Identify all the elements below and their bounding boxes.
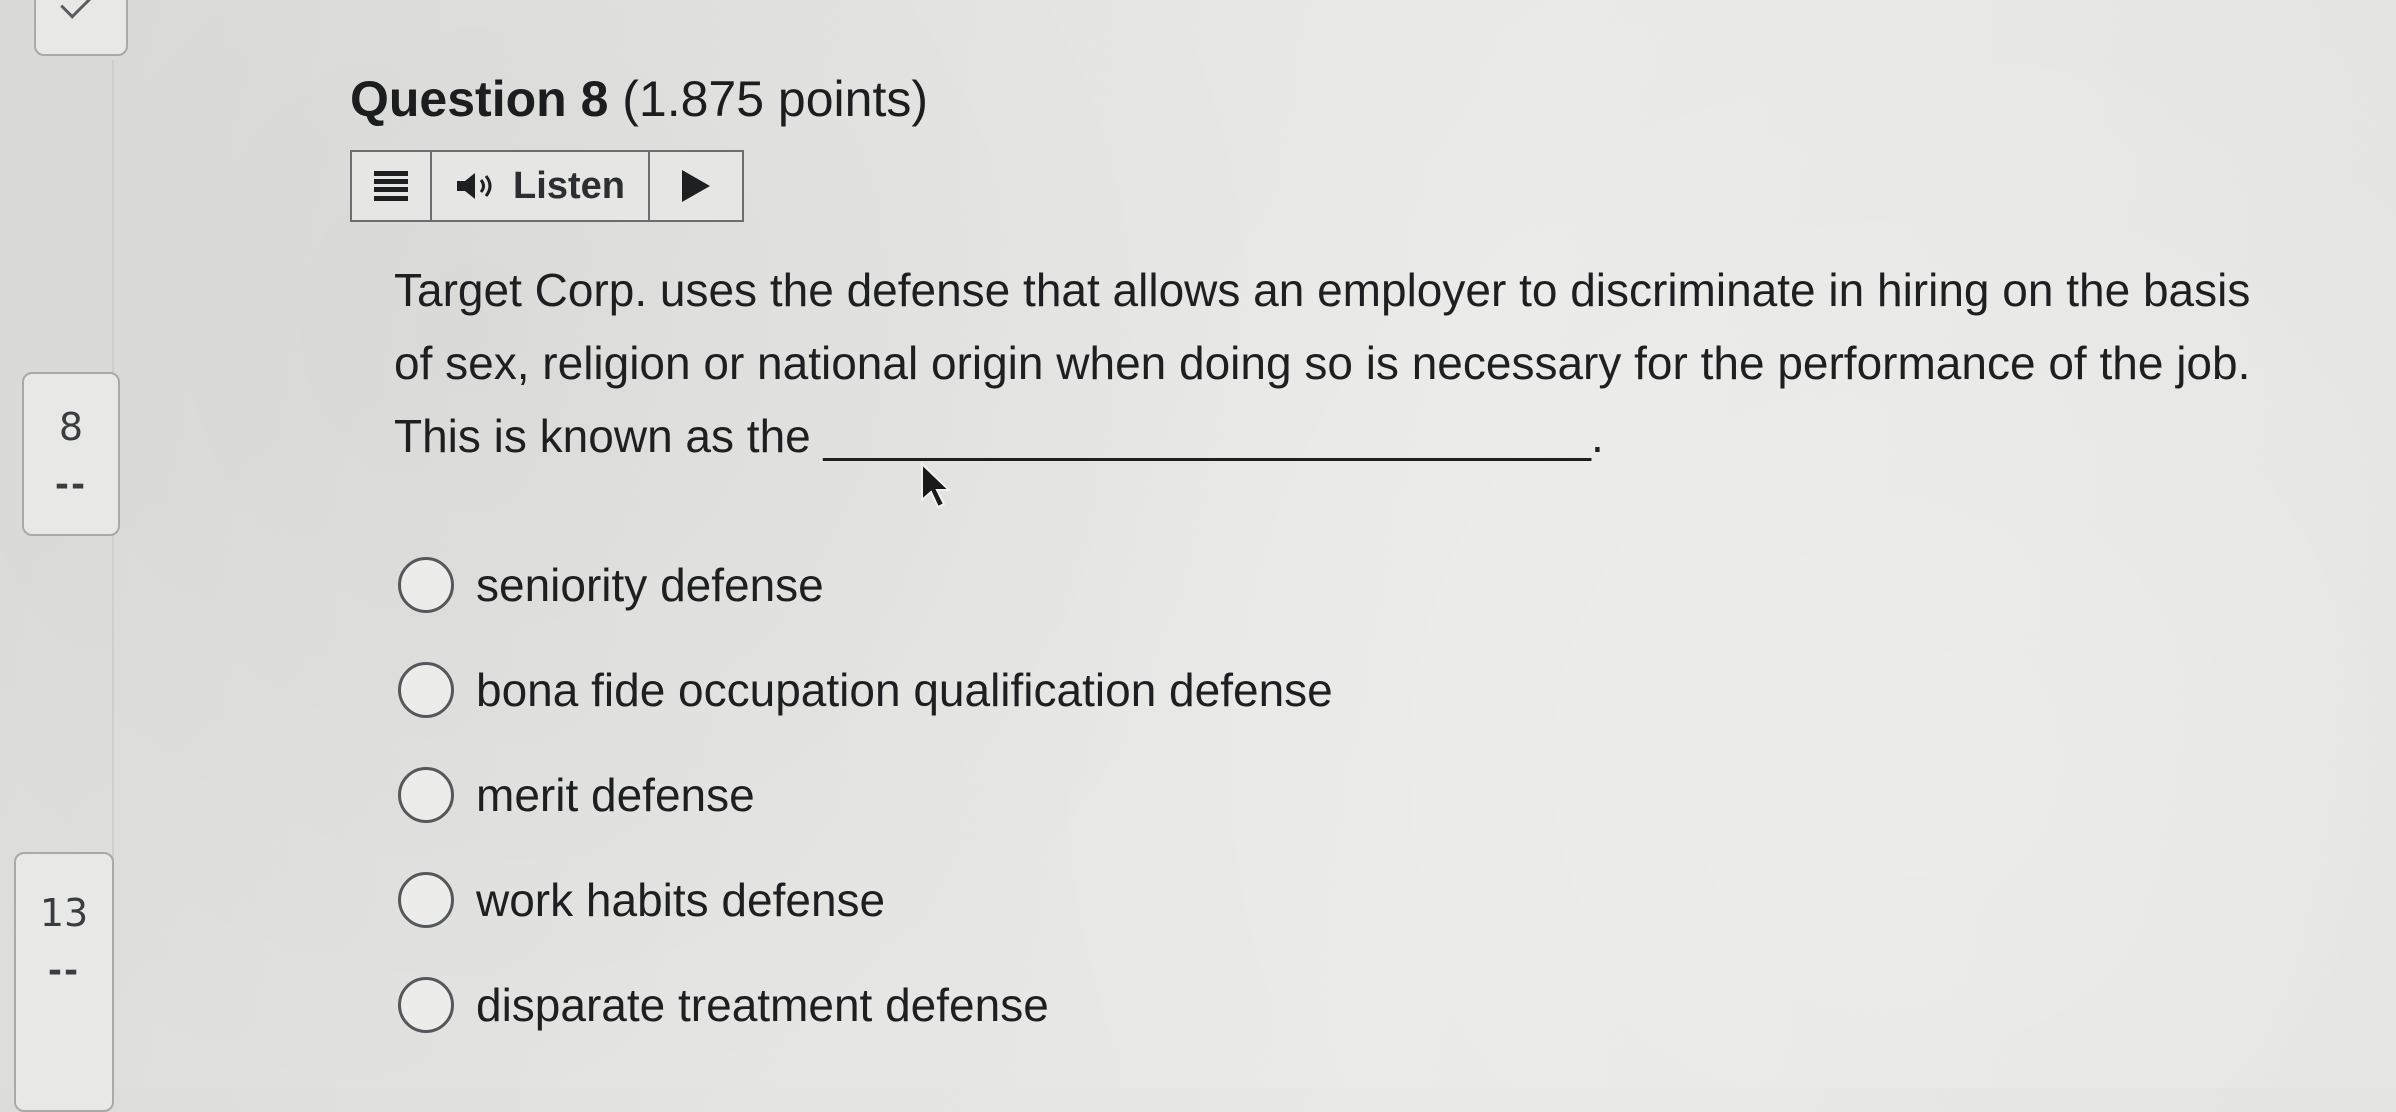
option-label: work habits defense (476, 873, 886, 926)
option-label: bona fide occupation qualification defen… (476, 663, 1333, 716)
menu-icon (374, 171, 408, 201)
mouse-cursor-icon (921, 462, 952, 509)
question-text: Target Corp. uses the defense that allow… (394, 264, 2251, 462)
radio-button[interactable] (398, 556, 454, 613)
question-nav-number: 8 (58, 405, 84, 449)
question-nav-answered[interactable] (34, 0, 128, 56)
listen-label: Listen (513, 164, 625, 207)
question-nav-status: -- (54, 465, 88, 505)
play-button[interactable] (650, 152, 742, 220)
question-nav-13[interactable]: 13 -- (14, 852, 114, 1112)
option-bfoq-defense[interactable]: bona fide occupation qualification defen… (398, 637, 1333, 742)
question-nav-number: 13 (39, 891, 89, 935)
check-icon (60, 0, 93, 19)
question-points: (1.875 points) (608, 71, 929, 127)
option-disparate-treatment-defense[interactable]: disparate treatment defense (398, 952, 1333, 1057)
option-label: merit defense (476, 768, 755, 821)
readspeaker-menu-button[interactable] (352, 152, 432, 220)
radio-button[interactable] (398, 661, 454, 718)
listen-toolbar: Listen (350, 150, 744, 222)
question-number: Question 8 (350, 71, 609, 127)
option-work-habits-defense[interactable]: work habits defense (398, 847, 1333, 952)
radio-button[interactable] (398, 871, 454, 928)
option-merit-defense[interactable]: merit defense (398, 742, 1333, 847)
question-nav-8[interactable]: 8 -- (22, 372, 120, 536)
question-title: Question 8 (1.875 points) (350, 70, 928, 128)
play-icon (682, 170, 710, 202)
option-label: seniority defense (476, 558, 824, 611)
option-seniority-defense[interactable]: seniority defense (398, 532, 1333, 637)
answer-options: seniority defense bona fide occupation q… (398, 532, 1333, 1057)
listen-button[interactable]: Listen (432, 152, 650, 220)
question-nav-status: -- (47, 951, 81, 991)
option-label: disparate treatment defense (476, 978, 1049, 1031)
radio-button[interactable] (398, 766, 454, 823)
radio-button[interactable] (398, 976, 454, 1033)
speaker-icon (457, 173, 492, 199)
